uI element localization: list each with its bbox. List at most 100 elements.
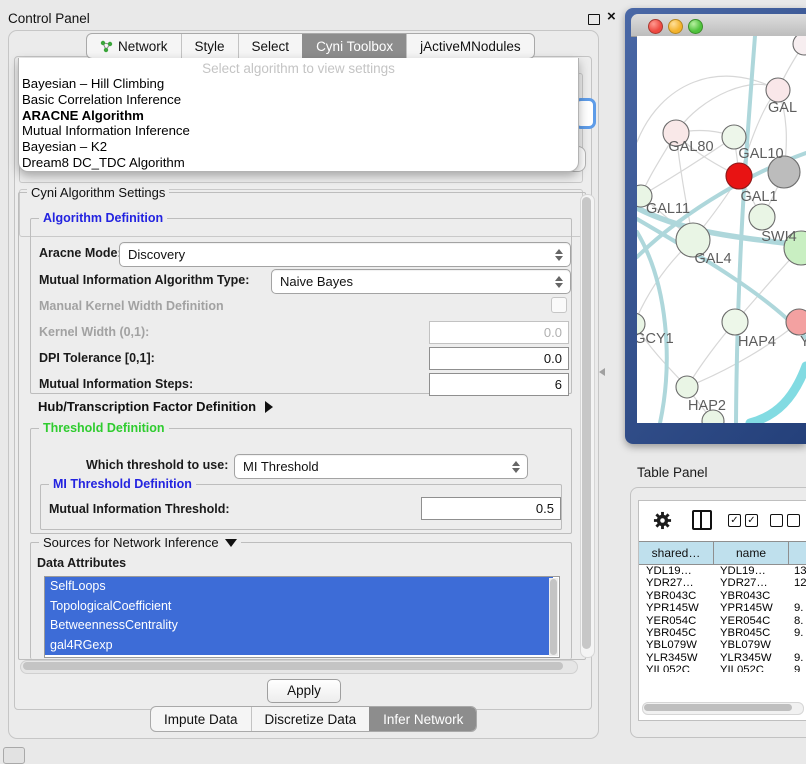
table-row[interactable]: YDR27…YDR27…12	[639, 577, 806, 589]
sources-title: Sources for Network Inference	[43, 535, 219, 550]
network-view-window[interactable]: GALGAL80GAL10GAL1GAL11SWI4GAL4GCY1HAP4YH…	[625, 8, 806, 444]
list-scrollbar-thumb[interactable]	[550, 579, 557, 655]
network-node-y[interactable]	[786, 309, 806, 335]
settings-horizontal-scrollbar	[20, 660, 578, 674]
float-window-icon[interactable]	[588, 14, 600, 25]
network-node[interactable]	[726, 163, 752, 189]
tab-select[interactable]: Select	[238, 34, 303, 58]
mi-threshold-field[interactable]: 0.5	[421, 497, 561, 520]
tab-cyni-toolbox[interactable]: Cyni Toolbox	[302, 34, 406, 58]
dpi-tolerance-label: DPI Tolerance [0,1]:	[39, 351, 155, 365]
panel-corner-button[interactable]	[3, 747, 25, 764]
control-panel-tabs: NetworkStyleSelect Cyni Toolbox jActiveMNo…	[86, 33, 535, 59]
table-cell: YIL052C	[713, 664, 787, 672]
settings-vertical-scrollbar-thumb[interactable]	[582, 197, 591, 649]
deselect-all-icon[interactable]	[770, 514, 800, 527]
attribute-item-gal4rgexp[interactable]: gal4RGexp	[45, 636, 553, 656]
algorithm-option-bayesian-k2[interactable]: Bayesian – K2	[19, 139, 578, 155]
column-header-name[interactable]: name	[714, 541, 789, 565]
network-node-hap4[interactable]	[722, 309, 748, 335]
mi-steps-field[interactable]: 6	[429, 373, 569, 396]
split-columns-icon[interactable]	[692, 510, 712, 530]
settings-horizontal-scrollbar-thumb[interactable]	[23, 662, 563, 670]
table-row[interactable]: YBL079WYBL079W	[639, 639, 806, 651]
tab-discretize-data[interactable]: Discretize Data	[251, 707, 370, 731]
algorithm-definition-title: Algorithm Definition	[39, 211, 167, 225]
network-node-label: GAL4	[694, 251, 731, 267]
settings-vertical-scrollbar	[580, 194, 595, 658]
table-row[interactable]: YPR145WYPR145W9.	[639, 602, 806, 614]
kernel-width-field: 0.0	[429, 321, 569, 344]
table-row[interactable]: YIL052CYIL052C9	[639, 664, 806, 672]
table-panel-title: Table Panel	[637, 465, 708, 480]
table-cell: YER054C	[713, 615, 787, 627]
tab-impute-data[interactable]: Impute Data	[151, 707, 251, 731]
table-toolbar: ✓✓	[639, 501, 806, 539]
mi-algorithm-type-label: Mutual Information Algorithm Type:	[39, 273, 249, 287]
gear-icon[interactable]	[653, 511, 672, 530]
table-row[interactable]: YER054CYER054C8.	[639, 615, 806, 627]
algorithm-option-mutual-information-inference[interactable]: Mutual Information Inference	[19, 123, 578, 139]
select-all-icon[interactable]: ✓✓	[728, 514, 758, 527]
collapse-arrow-icon[interactable]	[225, 539, 237, 547]
table-cell: YBL079W	[713, 639, 787, 651]
network-canvas[interactable]: GALGAL80GAL10GAL1GAL11SWI4GAL4GCY1HAP4YH…	[637, 36, 806, 423]
which-threshold-select[interactable]: MI Threshold	[234, 454, 528, 479]
minimize-traffic-light-icon[interactable]	[668, 19, 683, 34]
tab-label: jActiveMNodules	[420, 39, 521, 54]
network-node[interactable]	[793, 36, 806, 55]
network-node-gal1[interactable]	[749, 204, 775, 230]
tab-label: Infer Network	[383, 712, 463, 727]
hub-section-header[interactable]: Hub/Transcription Factor Definition	[38, 399, 273, 414]
table-row[interactable]: YBR045CYBR045C9.	[639, 627, 806, 639]
splitter-arrow-icon[interactable]	[599, 368, 605, 376]
table-row[interactable]: YBR043CYBR043C	[639, 590, 806, 602]
network-node-gal[interactable]	[766, 78, 790, 102]
attribute-item-topologicalcoefficient[interactable]: TopologicalCoefficient	[45, 597, 553, 617]
close-icon[interactable]: ×	[607, 8, 616, 25]
network-node-label: HAP4	[738, 334, 776, 350]
dpi-tolerance-field[interactable]: 0.0	[429, 347, 569, 370]
close-traffic-light-icon[interactable]	[648, 19, 663, 34]
table-cell: YLR345W	[713, 652, 787, 664]
zoom-traffic-light-icon[interactable]	[688, 19, 703, 34]
algorithm-option-dream8-dc-tdc-algorithm[interactable]: Dream8 DC_TDC Algorithm	[19, 155, 578, 171]
aracne-mode-select[interactable]: Discovery	[119, 242, 571, 267]
table-row[interactable]: YDL19…YDL19…13	[639, 565, 806, 577]
attribute-item-betweennesscentrality[interactable]: BetweennessCentrality	[45, 616, 553, 636]
network-node-label: SWI4	[761, 229, 796, 245]
mi-steps-label: Mutual Information Steps:	[39, 377, 193, 391]
data-attributes-list[interactable]: SelfLoopsTopologicalCoefficientBetweenne…	[44, 576, 560, 658]
column-header-shared[interactable]: shared…	[639, 541, 714, 565]
network-icon	[100, 40, 113, 53]
tab-infer-network[interactable]: Infer Network	[369, 707, 476, 731]
network-node-label: GAL	[768, 100, 797, 116]
table-cell: 8.	[787, 615, 806, 627]
network-edge	[637, 76, 778, 142]
algorithm-dropdown-popup: Select algorithm to view settings Bayesi…	[18, 58, 579, 172]
network-node-hap2[interactable]	[676, 376, 698, 398]
apply-button[interactable]: Apply	[267, 679, 341, 703]
tab-jactivemnodules[interactable]: jActiveMNodules	[406, 34, 534, 58]
mi-algorithm-type-select[interactable]: Naive Bayes	[271, 269, 571, 294]
column-header-a[interactable]: A	[789, 541, 806, 565]
algorithm-option-bayesian-hill-climbing[interactable]: Bayesian – Hill Climbing	[19, 76, 578, 92]
cyni-mode-tabs: Impute DataDiscretize Data Infer Network	[150, 706, 477, 732]
sources-header[interactable]: Sources for Network Inference	[39, 535, 241, 550]
data-attributes-label: Data Attributes	[37, 556, 126, 570]
algorithm-option-basic-correlation-inference[interactable]: Basic Correlation Inference	[19, 92, 578, 108]
expand-arrow-icon[interactable]	[265, 401, 273, 413]
table-row[interactable]: YLR345WYLR345W9.	[639, 652, 806, 664]
table-cell: YDR27…	[639, 577, 713, 589]
tab-label: Cyni Toolbox	[316, 39, 393, 54]
network-window-titlebar[interactable]	[631, 14, 806, 37]
table-horizontal-scrollbar-thumb[interactable]	[644, 704, 792, 711]
table-cell: YBR045C	[639, 627, 713, 639]
combo-arrows-icon	[508, 461, 524, 473]
attribute-item-selfloops[interactable]: SelfLoops	[45, 577, 553, 597]
manual-kernel-label: Manual Kernel Width Definition	[39, 299, 224, 313]
algorithm-option-aracne-algorithm[interactable]: ARACNE Algorithm	[19, 108, 578, 124]
tab-network[interactable]: Network	[87, 34, 181, 58]
table-horizontal-scrollbar	[642, 702, 804, 715]
tab-style[interactable]: Style	[181, 34, 238, 58]
